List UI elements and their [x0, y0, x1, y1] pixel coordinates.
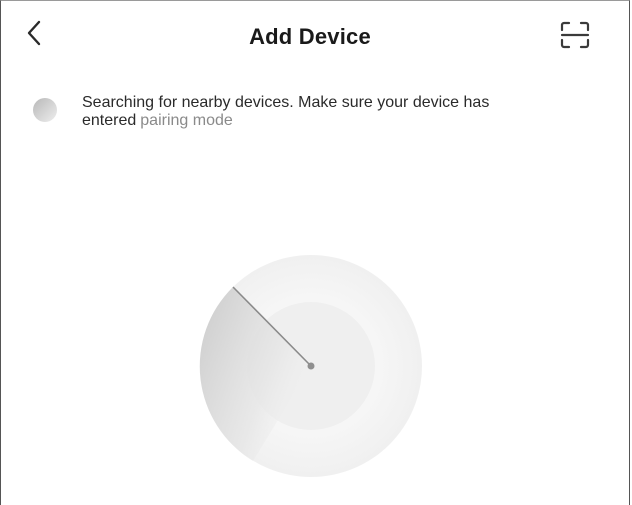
header-bar: Add Device — [0, 0, 632, 76]
status-message: Searching for nearby devices. Make sure … — [82, 94, 582, 130]
scan-button[interactable] — [556, 18, 594, 56]
page-title: Add Device — [249, 24, 371, 49]
loading-spinner-icon — [32, 97, 58, 123]
radar-scan-icon — [199, 255, 422, 477]
radar-scan-animation — [199, 254, 423, 478]
pairing-mode-link[interactable]: pairing mode — [140, 112, 233, 129]
scan-icon — [559, 21, 591, 54]
